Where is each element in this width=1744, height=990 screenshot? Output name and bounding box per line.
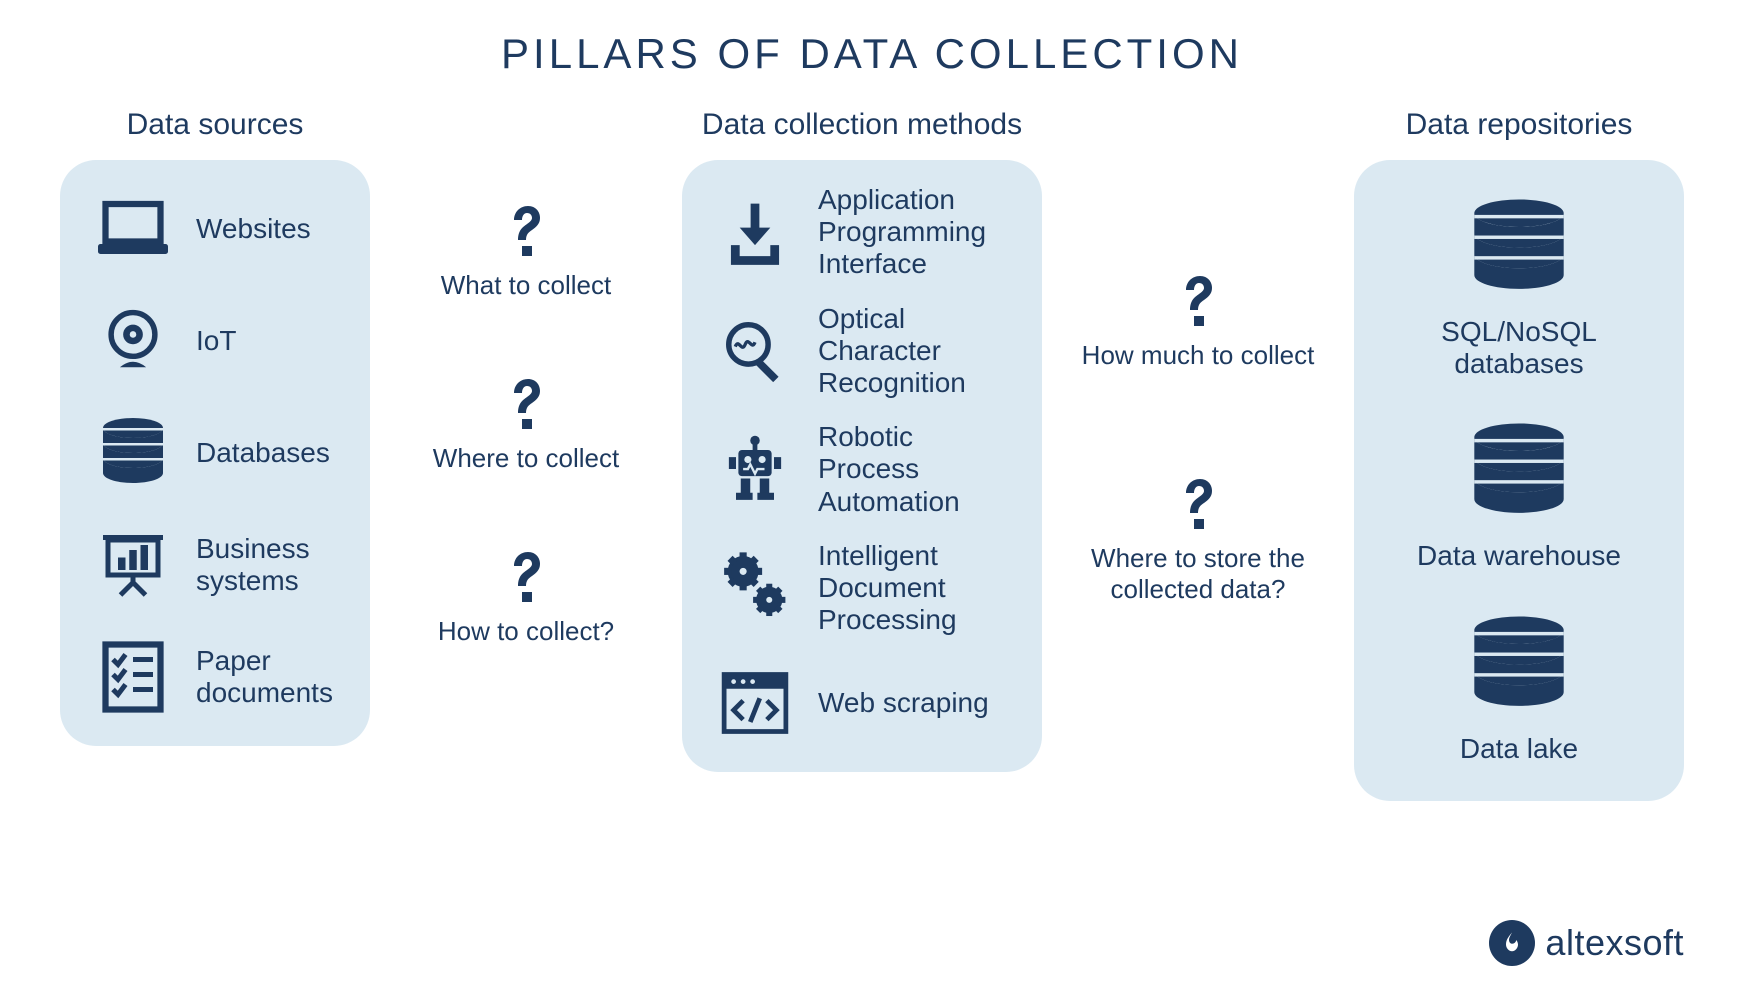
- questions-left: What to collect Where to collect How to …: [396, 108, 656, 648]
- column-title-sources: Data sources: [127, 108, 304, 142]
- method-label: Web scraping: [818, 687, 989, 719]
- method-label: Application Programming Interface: [818, 184, 1014, 281]
- method-api: Application Programming Interface: [710, 184, 1014, 281]
- repo-label: Data lake: [1460, 733, 1578, 765]
- column-methods: Data collection methods Application Prog…: [682, 108, 1042, 772]
- magnifier-wave-icon: [710, 306, 800, 396]
- method-ocr: Optical Character Recognition: [710, 303, 1014, 400]
- method-label: Optical Character Recognition: [818, 303, 1014, 400]
- repos-pill: SQL/NoSQL databases Data warehouse Data …: [1354, 160, 1684, 801]
- laptop-icon: [88, 184, 178, 274]
- questions-right: How much to collect Where to store the c…: [1068, 108, 1328, 606]
- webcam-icon: [88, 296, 178, 386]
- methods-pill: Application Programming Interface Optica…: [682, 160, 1042, 772]
- source-websites: Websites: [88, 184, 342, 274]
- download-icon: [710, 187, 800, 277]
- database-icon: [1449, 196, 1589, 306]
- method-label: Intelligent Document Processing: [818, 540, 1014, 637]
- question-how: How to collect?: [438, 544, 614, 647]
- question-where-store: Where to store the collected data?: [1068, 471, 1328, 605]
- source-label: Business systems: [196, 533, 342, 597]
- question-label: Where to store the collected data?: [1068, 543, 1328, 605]
- repo-label: SQL/NoSQL databases: [1382, 316, 1656, 380]
- repo-label: Data warehouse: [1417, 540, 1621, 572]
- database-icon: [1449, 420, 1589, 530]
- repo-data-lake: Data lake: [1382, 613, 1656, 765]
- source-business-systems: Business systems: [88, 520, 342, 610]
- question-mark-icon: [494, 544, 558, 608]
- checklist-icon: [88, 632, 178, 722]
- code-window-icon: [710, 658, 800, 748]
- database-icon: [1449, 613, 1589, 723]
- question-label: What to collect: [441, 270, 612, 301]
- presentation-chart-icon: [88, 520, 178, 610]
- diagram-stage: Data sources Websites IoT Databases: [0, 78, 1744, 801]
- source-iot: IoT: [88, 296, 342, 386]
- method-label: Robotic Process Automation: [818, 421, 1014, 518]
- column-title-repos: Data repositories: [1406, 108, 1633, 142]
- question-label: How much to collect: [1082, 340, 1315, 371]
- question-what: What to collect: [441, 198, 612, 301]
- source-databases: Databases: [88, 408, 342, 498]
- question-label: Where to collect: [433, 443, 619, 474]
- question-mark-icon: [1166, 268, 1230, 332]
- source-label: IoT: [196, 325, 236, 357]
- question-how-much: How much to collect: [1082, 268, 1315, 371]
- question-mark-icon: [1166, 471, 1230, 535]
- question-mark-icon: [494, 198, 558, 262]
- repo-warehouse: Data warehouse: [1382, 420, 1656, 572]
- source-label: Databases: [196, 437, 330, 469]
- question-mark-icon: [494, 371, 558, 435]
- source-label: Websites: [196, 213, 311, 245]
- robot-icon: [710, 424, 800, 514]
- page-title: PILLARS OF DATA COLLECTION: [0, 0, 1744, 78]
- question-where: Where to collect: [433, 371, 619, 474]
- repo-sql-nosql: SQL/NoSQL databases: [1382, 196, 1656, 380]
- method-web-scraping: Web scraping: [710, 658, 1014, 748]
- source-label: Paper documents: [196, 645, 342, 709]
- brand-mark-icon: [1489, 920, 1535, 966]
- gears-icon: [710, 543, 800, 633]
- sources-pill: Websites IoT Databases Business systems: [60, 160, 370, 746]
- question-label: How to collect?: [438, 616, 614, 647]
- column-data-sources: Data sources Websites IoT Databases: [60, 108, 370, 746]
- method-idp: Intelligent Document Processing: [710, 540, 1014, 637]
- brand-logo: altexsoft: [1489, 920, 1684, 966]
- database-icon: [88, 408, 178, 498]
- column-repositories: Data repositories SQL/NoSQL databases Da…: [1354, 108, 1684, 801]
- brand-name: altexsoft: [1545, 922, 1684, 964]
- method-rpa: Robotic Process Automation: [710, 421, 1014, 518]
- column-title-methods: Data collection methods: [702, 108, 1022, 142]
- source-paper-documents: Paper documents: [88, 632, 342, 722]
